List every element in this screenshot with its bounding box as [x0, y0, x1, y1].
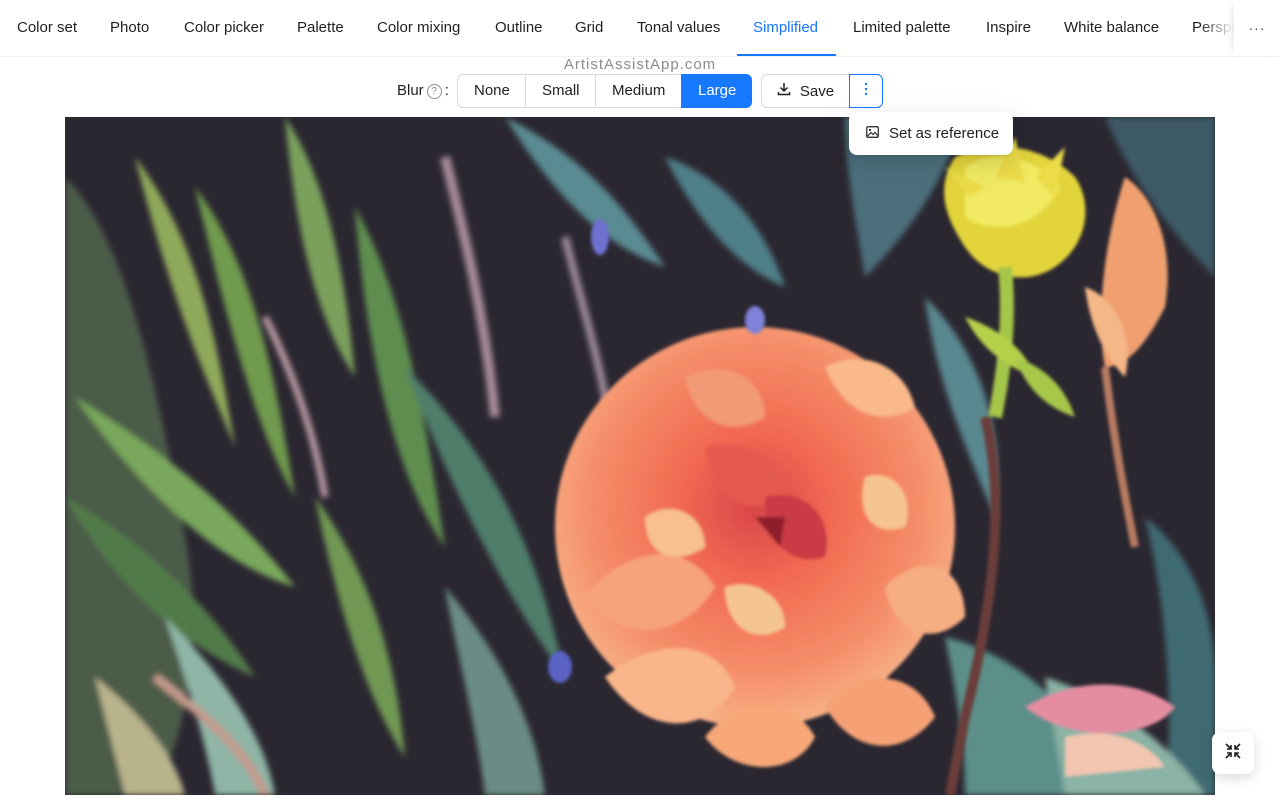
- image-icon: [866, 125, 879, 142]
- tab-color-mixing[interactable]: Color mixing: [377, 0, 460, 56]
- simplified-image[interactable]: [65, 117, 1215, 795]
- blur-option-small[interactable]: Small: [525, 74, 596, 108]
- tab-inspire[interactable]: Inspire: [986, 0, 1031, 56]
- tab-tonal-values[interactable]: Tonal values: [637, 0, 720, 56]
- blur-option-none[interactable]: None: [457, 74, 526, 108]
- blur-option-medium[interactable]: Medium: [595, 74, 682, 108]
- tab-outline[interactable]: Outline: [495, 0, 543, 56]
- tab-palette[interactable]: Palette: [297, 0, 344, 56]
- blur-label: Blur ? :: [397, 80, 449, 102]
- blur-label-text: Blur: [397, 82, 424, 99]
- menu-item-set-as-reference[interactable]: Set as reference: [853, 116, 1009, 151]
- tab-simplified[interactable]: Simplified: [753, 0, 818, 56]
- fullscreen-exit-icon: [1224, 742, 1242, 765]
- more-vertical-icon: [864, 82, 868, 101]
- menu-item-label: Set as reference: [889, 125, 1000, 142]
- blur-option-large[interactable]: Large: [681, 74, 752, 108]
- fullscreen-exit-button[interactable]: [1212, 732, 1254, 774]
- more-options-button[interactable]: [849, 74, 883, 108]
- tab-color-set[interactable]: Color set: [17, 0, 77, 56]
- help-icon[interactable]: ?: [426, 83, 442, 99]
- tab-bar: Color set Photo Color picker Palette Col…: [0, 0, 1280, 57]
- watermark: ArtistAssistApp.com: [563, 56, 717, 73]
- save-button[interactable]: Save: [761, 74, 850, 108]
- more-options-dropdown: Set as reference: [849, 112, 1013, 155]
- tab-white-balance[interactable]: White balance: [1064, 0, 1159, 56]
- tab-color-picker[interactable]: Color picker: [184, 0, 264, 56]
- save-button-label: Save: [799, 82, 835, 100]
- download-icon: [777, 82, 791, 100]
- tab-overflow-more-button[interactable]: ···: [1234, 0, 1280, 56]
- tab-list: Color set Photo Color picker Palette Col…: [0, 0, 1234, 56]
- tab-photo[interactable]: Photo: [110, 0, 149, 56]
- blur-label-colon: :: [444, 82, 449, 99]
- blur-radio-group: None Small Medium Large: [457, 74, 752, 108]
- tab-limited-palette[interactable]: Limited palette: [853, 0, 951, 56]
- tab-grid[interactable]: Grid: [575, 0, 603, 56]
- tab-perspective[interactable]: Perspective: [1192, 0, 1234, 56]
